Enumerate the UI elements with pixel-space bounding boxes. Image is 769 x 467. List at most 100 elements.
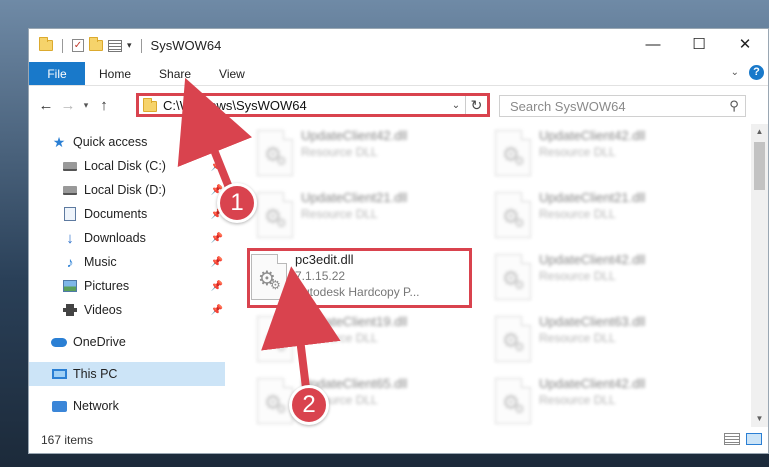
sidebar-item-label: Pictures bbox=[84, 279, 130, 293]
download-icon: ↓ bbox=[66, 229, 74, 247]
file-name: UpdateClient21.dll bbox=[301, 190, 408, 205]
properties-check-icon[interactable]: ✓ bbox=[72, 39, 84, 52]
pin-icon[interactable]: 📌 bbox=[211, 281, 223, 292]
search-placeholder: Search SysWOW64 bbox=[510, 98, 626, 114]
list-item[interactable]: ⚙ ⚙ UpdateClient42.dll Resource DLL bbox=[491, 372, 711, 434]
sidebar-item-label: Local Disk (D:) bbox=[84, 183, 166, 197]
details-view-icon[interactable] bbox=[724, 433, 740, 445]
window-controls: — ☐ ✕ bbox=[630, 29, 768, 59]
item-count: 167 items bbox=[41, 433, 94, 447]
file-description: Resource DLL bbox=[301, 331, 378, 345]
up-arrow-icon[interactable]: ↑ bbox=[93, 97, 115, 114]
sidebar-item-pictures[interactable]: Pictures 📌 bbox=[29, 274, 225, 298]
qat-dropdown-icon[interactable]: ▾ bbox=[127, 40, 132, 51]
address-dropdown-icon[interactable]: ⌄ bbox=[447, 100, 465, 111]
recent-locations-icon[interactable]: ▾ bbox=[79, 100, 93, 111]
pin-icon[interactable]: 📌 bbox=[211, 233, 223, 244]
pin-icon[interactable]: 📌 bbox=[211, 161, 223, 172]
search-input[interactable]: Search SysWOW64 ⚲ bbox=[499, 95, 746, 117]
new-folder-icon[interactable] bbox=[89, 37, 103, 51]
file-name: UpdateClient42.dll bbox=[301, 128, 408, 143]
help-icon[interactable]: ? bbox=[749, 65, 764, 80]
list-item[interactable]: ⚙ ⚙ UpdateClient65.dll Resource DLL bbox=[253, 372, 473, 434]
sidebar-item-this-pc[interactable]: This PC bbox=[29, 362, 225, 386]
list-item[interactable]: ⚙ ⚙ UpdateClient21.dll Resource DLL bbox=[491, 186, 711, 248]
sidebar-item-label: Documents bbox=[84, 207, 148, 221]
sidebar-item-label: Videos bbox=[84, 303, 122, 317]
scrollbar-thumb[interactable] bbox=[754, 142, 765, 190]
view-switcher bbox=[724, 433, 762, 445]
address-bar[interactable]: C:\Windows\SysWOW64 ⌄ ↻ bbox=[136, 93, 490, 117]
network-icon bbox=[51, 398, 67, 414]
tab-share[interactable]: Share bbox=[145, 62, 205, 85]
list-item[interactable]: ⚙ ⚙ UpdateClient19.dll Resource DLL bbox=[253, 310, 473, 372]
file-description: Resource DLL bbox=[539, 269, 616, 283]
sidebar-item-videos[interactable]: Videos 📌 bbox=[29, 298, 225, 322]
file-description: Resource DLL bbox=[539, 207, 616, 221]
explorer-window: ✓ ▾ SysWOW64 — ☐ ✕ File Home Share View … bbox=[28, 28, 769, 454]
address-path[interactable]: C:\Windows\SysWOW64 bbox=[163, 98, 447, 113]
file-description: Resource DLL bbox=[301, 145, 378, 159]
sidebar-item-documents[interactable]: Documents 📌 bbox=[29, 202, 225, 226]
maximize-button[interactable]: ☐ bbox=[676, 29, 722, 59]
dll-file-icon: ⚙ ⚙ bbox=[495, 192, 531, 238]
tab-file[interactable]: File bbox=[29, 62, 85, 85]
tab-home[interactable]: Home bbox=[85, 62, 145, 85]
highlight-box bbox=[247, 248, 472, 308]
sidebar-item-label: Downloads bbox=[84, 231, 146, 245]
close-button[interactable]: ✕ bbox=[722, 29, 768, 59]
sidebar-item-label: Local Disk (C:) bbox=[84, 159, 166, 173]
cloud-icon bbox=[51, 334, 67, 350]
pin-icon[interactable]: 📌 bbox=[211, 257, 223, 268]
navigation-bar: ← → ▾ ↑ C:\Windows\SysWOW64 ⌄ ↻ Search S… bbox=[29, 86, 768, 124]
file-description: Resource DLL bbox=[301, 207, 378, 221]
list-item[interactable]: ⚙ ⚙ UpdateClient42.dll Resource DLL bbox=[491, 124, 711, 186]
dll-file-icon: ⚙ ⚙ bbox=[495, 316, 531, 362]
window-title: SysWOW64 bbox=[150, 38, 222, 53]
computer-icon bbox=[51, 366, 67, 382]
list-item[interactable]: ⚙ ⚙ UpdateClient63.dll Resource DLL bbox=[491, 310, 711, 372]
status-bar: 167 items bbox=[29, 427, 768, 453]
minimize-button[interactable]: — bbox=[630, 29, 676, 59]
sidebar-item-music[interactable]: ♪ Music 📌 bbox=[29, 250, 225, 274]
file-name: UpdateClient63.dll bbox=[539, 314, 646, 329]
sidebar-item-local-disk-d[interactable]: Local Disk (D:) 📌 bbox=[29, 178, 225, 202]
scroll-down-icon[interactable]: ▼ bbox=[751, 411, 768, 427]
refresh-icon[interactable]: ↻ bbox=[465, 96, 487, 114]
list-item[interactable]: ⚙ ⚙ UpdateClient21.dll Resource DLL bbox=[253, 186, 473, 248]
forward-arrow-icon[interactable]: → bbox=[57, 97, 79, 114]
sidebar-item-label: Network bbox=[73, 399, 119, 413]
star-icon: ★ bbox=[52, 133, 66, 150]
search-icon[interactable]: ⚲ bbox=[723, 98, 745, 114]
file-name: UpdateClient42.dll bbox=[539, 376, 646, 391]
dll-file-icon: ⚙ ⚙ bbox=[495, 254, 531, 300]
sidebar-item-downloads[interactable]: ↓ Downloads 📌 bbox=[29, 226, 225, 250]
expand-ribbon-icon[interactable]: ⌄ bbox=[731, 67, 739, 78]
documents-icon bbox=[62, 206, 78, 222]
sidebar-item-onedrive[interactable]: OneDrive bbox=[29, 330, 225, 354]
vertical-scrollbar[interactable]: ▲ ▼ bbox=[751, 124, 768, 427]
toolbar-divider bbox=[140, 38, 142, 53]
sidebar-item-network[interactable]: Network bbox=[29, 394, 225, 418]
dll-file-icon: ⚙ ⚙ bbox=[257, 192, 293, 238]
content-area: ★ Quick access Local Disk (C:) 📌 Local D… bbox=[29, 124, 768, 427]
tiles-view-icon[interactable] bbox=[746, 433, 762, 445]
back-arrow-icon[interactable]: ← bbox=[35, 97, 57, 114]
file-name: UpdateClient42.dll bbox=[539, 128, 646, 143]
ribbon-right: ⌄ ? bbox=[731, 65, 764, 80]
list-item[interactable]: ⚙ ⚙ UpdateClient42.dll Resource DLL bbox=[491, 248, 711, 310]
pin-icon[interactable]: 📌 bbox=[211, 305, 223, 316]
sidebar-item-quick-access[interactable]: ★ Quick access bbox=[29, 130, 225, 154]
callout-step-2: 2 bbox=[289, 385, 329, 425]
customize-toolbar-icon[interactable] bbox=[108, 39, 122, 52]
dll-file-icon: ⚙ ⚙ bbox=[257, 130, 293, 176]
scroll-up-icon[interactable]: ▲ bbox=[751, 124, 768, 140]
sidebar-item-local-disk-c[interactable]: Local Disk (C:) 📌 bbox=[29, 154, 225, 178]
file-description: Resource DLL bbox=[539, 331, 616, 345]
music-icon: ♪ bbox=[66, 254, 74, 270]
quick-access-toolbar: ✓ ▾ SysWOW64 bbox=[29, 37, 222, 53]
disk-icon bbox=[62, 158, 78, 174]
dll-file-icon: ⚙ ⚙ bbox=[495, 130, 531, 176]
tab-view[interactable]: View bbox=[205, 62, 259, 85]
list-item[interactable]: ⚙ ⚙ UpdateClient42.dll Resource DLL bbox=[253, 124, 473, 186]
